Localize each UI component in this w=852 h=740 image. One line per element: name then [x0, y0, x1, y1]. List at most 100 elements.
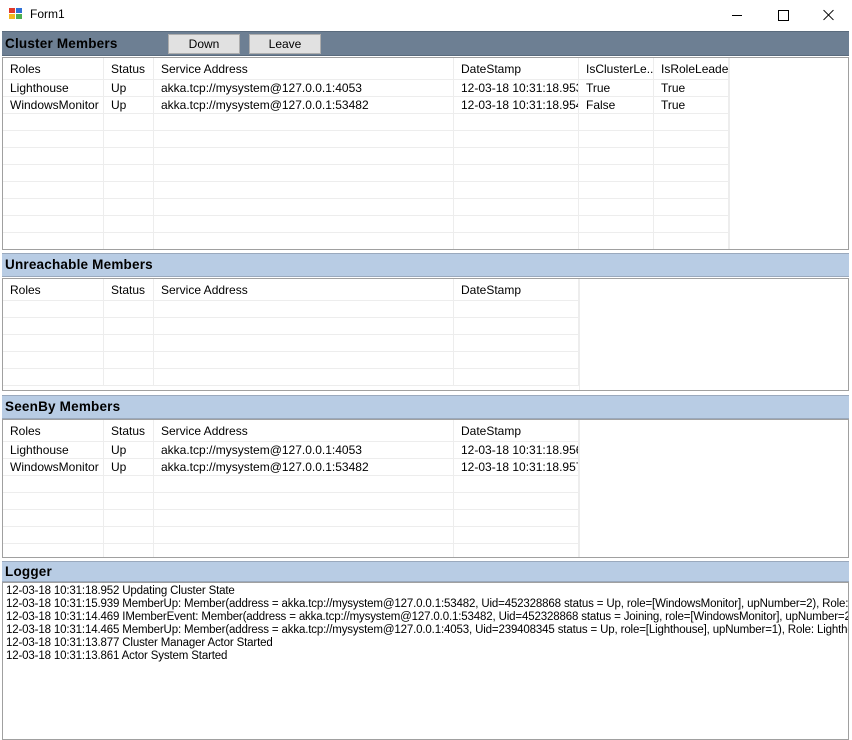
table-cell: Lighthouse: [3, 442, 104, 459]
table-cell: [454, 352, 579, 369]
table-cell: [454, 131, 579, 148]
table-cell: [454, 476, 579, 493]
table-cell: [3, 369, 104, 386]
table-cell: [154, 510, 454, 527]
table-cell: [3, 476, 104, 493]
table-cell: Up: [104, 80, 154, 97]
column-header[interactable]: Roles: [3, 279, 104, 301]
table-cell: [579, 131, 654, 148]
table-cell: [154, 199, 454, 216]
table-cell: [3, 165, 104, 182]
logger-textbox[interactable]: 12-03-18 10:31:18.952 Updating Cluster S…: [2, 582, 849, 740]
cluster-members-title: Cluster Members: [5, 36, 118, 51]
table-cell: [154, 233, 454, 249]
leave-button[interactable]: Leave: [249, 34, 321, 54]
table-cell: [654, 131, 729, 148]
table-cell: [579, 199, 654, 216]
table-cell: 12-03-18 10:31:18.956: [454, 442, 579, 459]
table-cell: [454, 527, 579, 544]
down-button[interactable]: Down: [168, 34, 240, 54]
seenby-members-header: SeenBy Members: [2, 395, 849, 419]
table-cell: [579, 114, 654, 131]
table-cell: [454, 233, 579, 249]
column-header[interactable]: DateStamp: [454, 58, 579, 80]
table-cell: [154, 131, 454, 148]
table-cell: [3, 335, 104, 352]
table-cell: [154, 182, 454, 199]
table-cell: [104, 199, 154, 216]
table-cell: [3, 301, 104, 318]
table-cell: [3, 114, 104, 131]
table-cell: [104, 476, 154, 493]
table-cell: akka.tcp://mysystem@127.0.0.1:53482: [154, 97, 454, 114]
table-cell: [579, 165, 654, 182]
table-cell: [154, 165, 454, 182]
table-cell: [104, 165, 154, 182]
column-header[interactable]: Roles: [3, 420, 104, 442]
grid-column-divider: [579, 420, 580, 557]
grid-column-divider: [729, 58, 730, 249]
column-header[interactable]: IsClusterLe...: [579, 58, 654, 80]
table-cell: [3, 544, 104, 557]
table-cell: [104, 352, 154, 369]
table-cell: [454, 301, 579, 318]
table-cell: akka.tcp://mysystem@127.0.0.1:4053: [154, 442, 454, 459]
table-cell: [104, 318, 154, 335]
column-header[interactable]: Status: [104, 58, 154, 80]
table-cell: [3, 527, 104, 544]
table-cell: [654, 165, 729, 182]
cluster-members-grid[interactable]: Roles Status Service Address DateStamp IsClu…: [2, 57, 849, 250]
table-cell: [104, 335, 154, 352]
unreachable-members-grid[interactable]: Roles Status Service Address DateStamp: [2, 278, 849, 391]
maximize-icon: [777, 9, 789, 21]
table-cell: True: [654, 97, 729, 114]
table-cell: [654, 148, 729, 165]
column-header[interactable]: Service Address: [154, 279, 454, 301]
maximize-button[interactable]: [760, 0, 806, 30]
grid-column-divider: [579, 279, 580, 390]
column-header[interactable]: Roles: [3, 58, 104, 80]
table-cell: [104, 216, 154, 233]
table-cell: [654, 199, 729, 216]
logger-title: Logger: [5, 564, 52, 579]
table-cell: [654, 233, 729, 249]
table-cell: 12-03-18 10:31:18.954: [454, 97, 579, 114]
table-cell: [654, 182, 729, 199]
table-cell: [3, 352, 104, 369]
log-line: 12-03-18 10:31:13.877 Cluster Manager Ac…: [6, 637, 273, 649]
close-icon: [823, 9, 835, 21]
column-header[interactable]: DateStamp: [454, 420, 579, 442]
table-cell: [3, 318, 104, 335]
table-cell: [104, 114, 154, 131]
column-header[interactable]: IsRoleLeader: [654, 58, 729, 80]
table-cell: 12-03-18 10:31:18.953: [454, 80, 579, 97]
column-header[interactable]: Status: [104, 279, 154, 301]
form-app-icon: [9, 8, 23, 20]
table-cell: Up: [104, 459, 154, 476]
seenby-members-grid[interactable]: Roles Status Service Address DateStamp Light…: [2, 419, 849, 558]
column-header[interactable]: Service Address: [154, 420, 454, 442]
table-cell: [154, 301, 454, 318]
table-cell: [154, 493, 454, 510]
table-cell: [104, 369, 154, 386]
column-header[interactable]: DateStamp: [454, 279, 579, 301]
table-cell: akka.tcp://mysystem@127.0.0.1:4053: [154, 80, 454, 97]
table-cell: [104, 148, 154, 165]
column-header[interactable]: Status: [104, 420, 154, 442]
log-line: 12-03-18 10:31:14.469 IMemberEvent: Memb…: [6, 611, 849, 623]
column-header[interactable]: Service Address: [154, 58, 454, 80]
logger-header: Logger: [2, 561, 849, 582]
table-cell: [154, 544, 454, 557]
log-line: 12-03-18 10:31:13.861 Actor System Start…: [6, 650, 228, 662]
close-button[interactable]: [806, 0, 852, 30]
table-cell: True: [579, 80, 654, 97]
table-cell: [154, 527, 454, 544]
minimize-button[interactable]: [714, 0, 760, 30]
table-cell: [154, 148, 454, 165]
table-cell: Up: [104, 97, 154, 114]
log-line: 12-03-18 10:31:18.952 Updating Cluster S…: [6, 585, 235, 597]
table-cell: [104, 131, 154, 148]
table-cell: [454, 199, 579, 216]
table-cell: True: [654, 80, 729, 97]
table-cell: [154, 114, 454, 131]
